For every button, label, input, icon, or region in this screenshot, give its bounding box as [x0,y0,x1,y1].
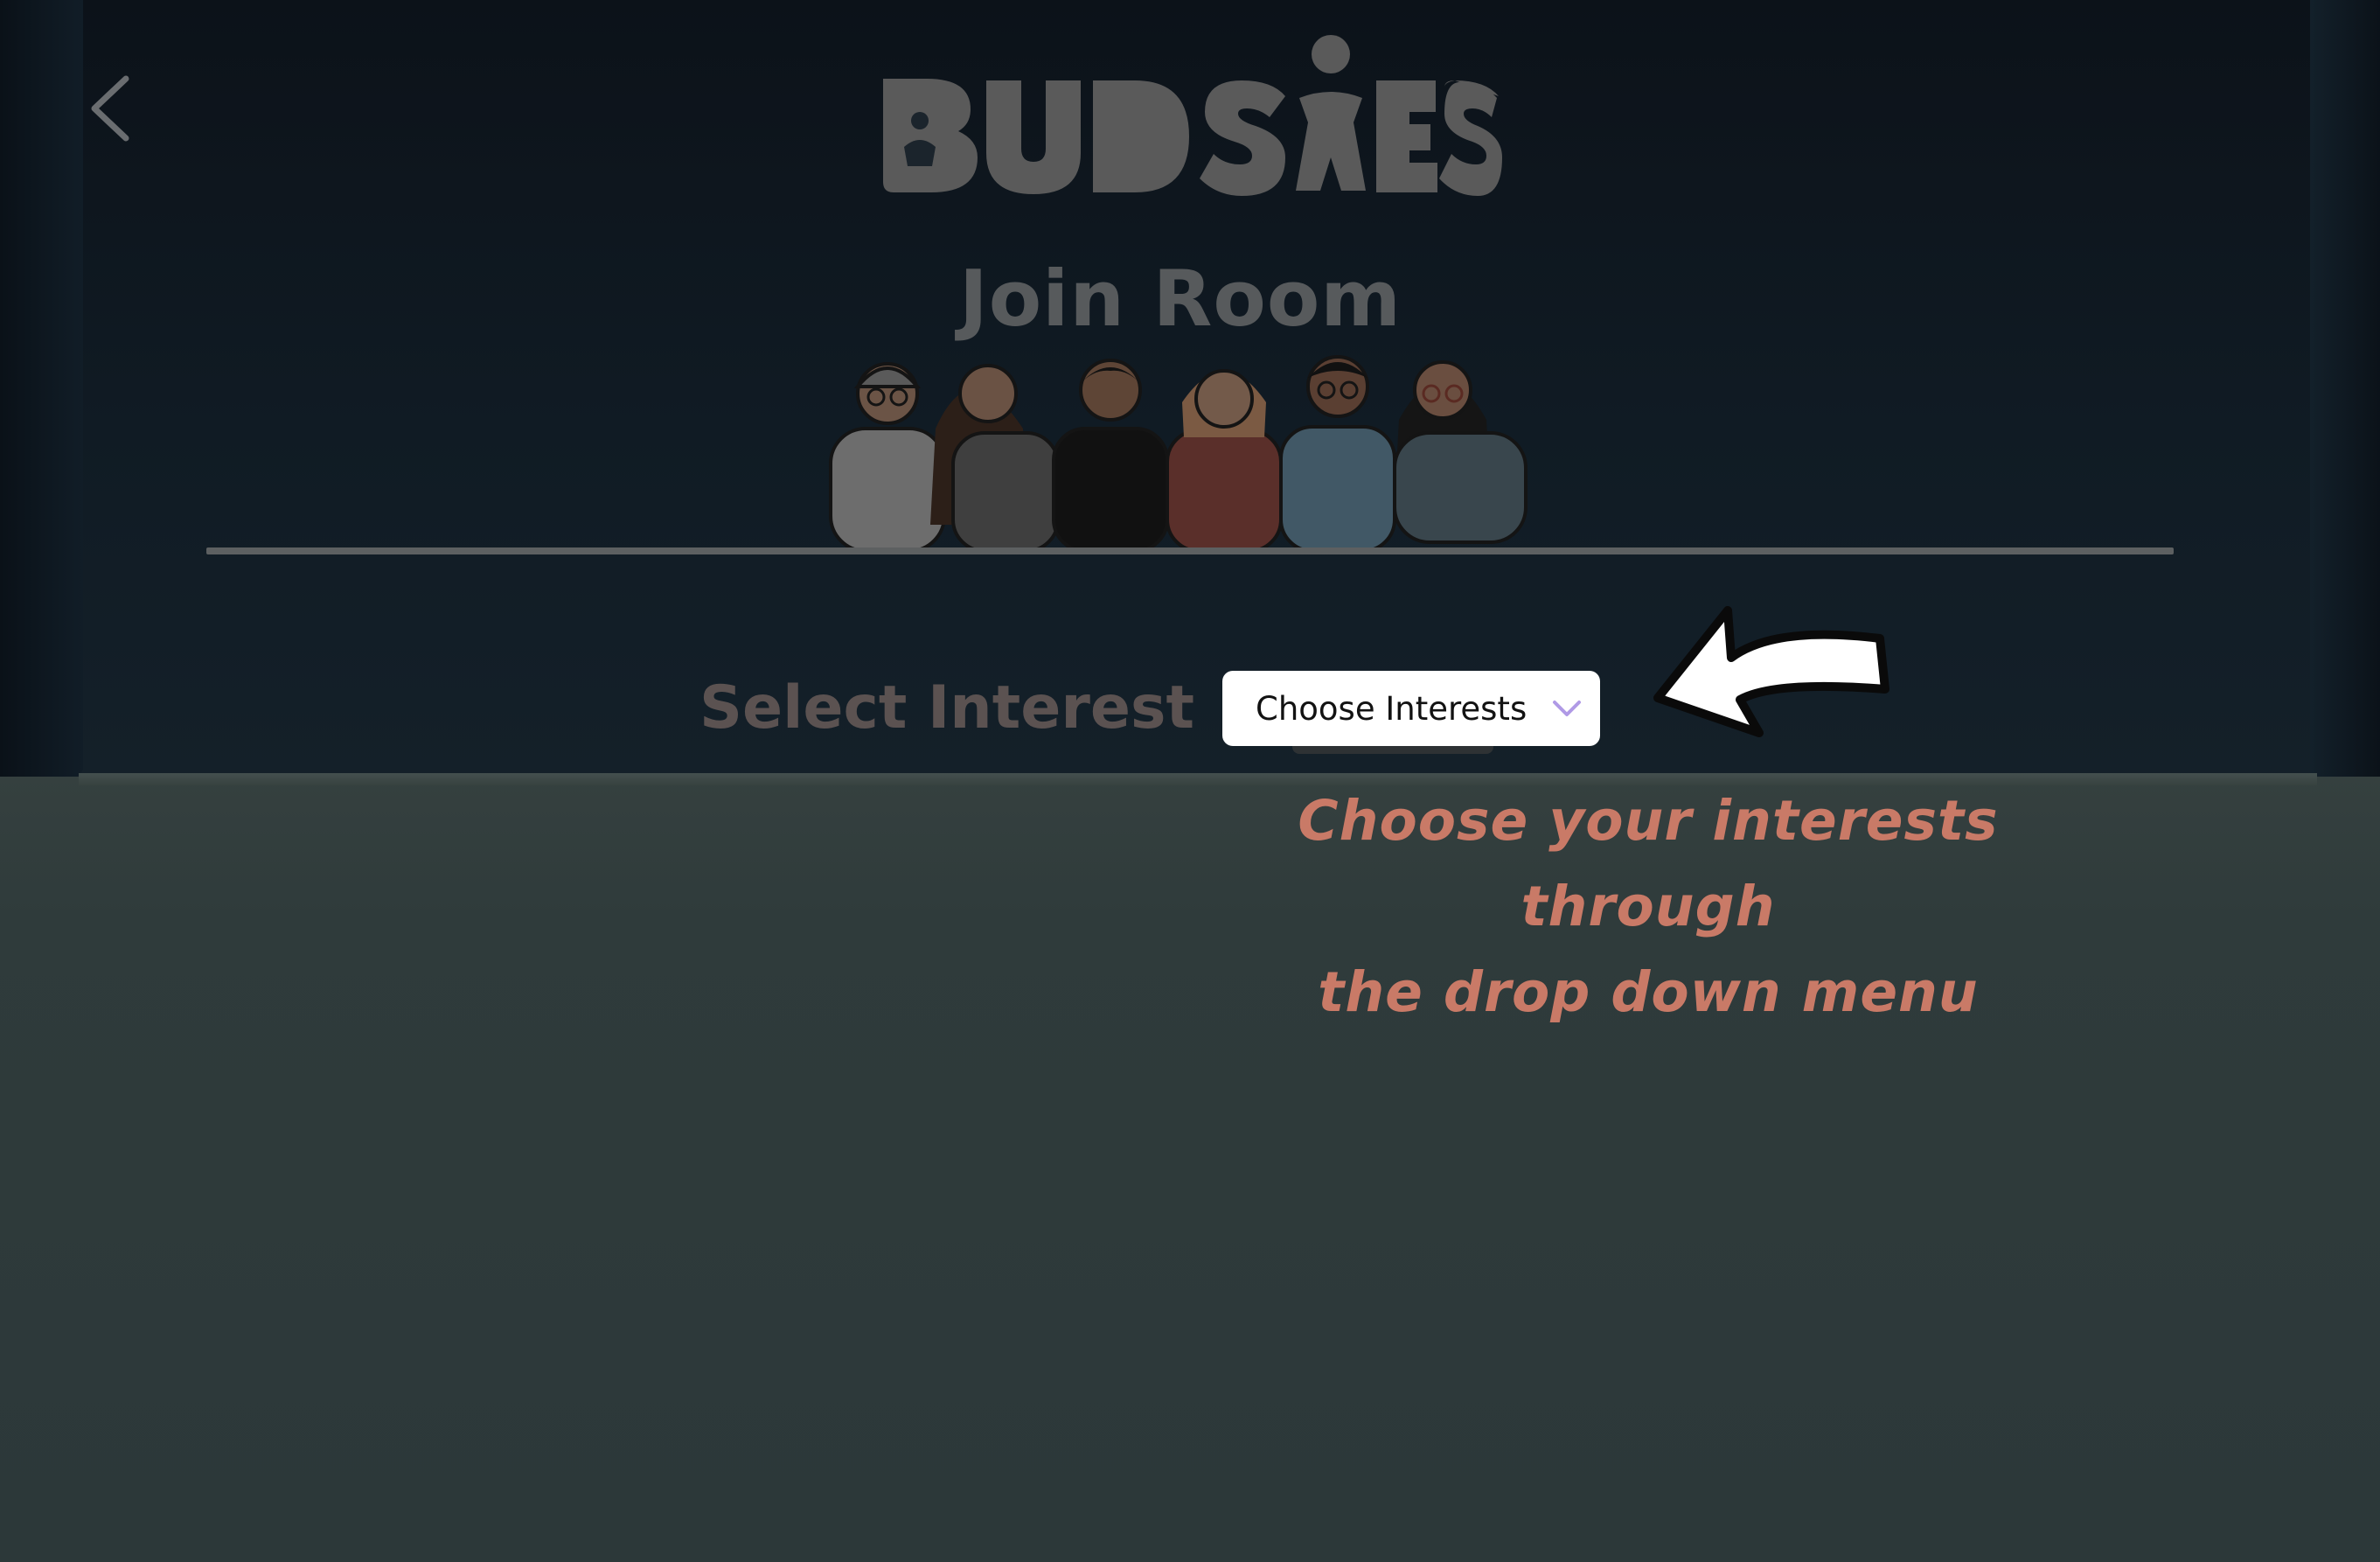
character-1 [829,362,946,551]
curved-arrow-left-icon [1653,606,1889,737]
divider-line [206,547,2174,554]
characters-illustration [829,355,1528,551]
room-wall-left [0,0,83,875]
character-3 [1052,359,1169,551]
instruction-text: Choose your interests through the drop d… [1163,778,2133,1036]
character-2 [930,364,1060,551]
interests-dropdown[interactable]: Choose Interests [1222,671,1600,746]
character-6 [1393,360,1528,544]
character-5 [1279,355,1396,551]
budsies-logo [883,35,1502,196]
chevron-down-icon [1553,701,1582,716]
instruction-line-1: Choose your interests through [1298,789,1999,938]
select-interest-label: Select Interest [699,673,1194,743]
instruction-line-2: the drop down menu [1318,960,1979,1024]
page-title: Join Room [958,254,1402,344]
room-wall-right [2310,0,2380,840]
chevron-left-icon [91,75,129,142]
character-4 [1166,369,1283,551]
back-button[interactable] [84,73,136,143]
dropdown-selected-value: Choose Interests [1256,689,1528,728]
